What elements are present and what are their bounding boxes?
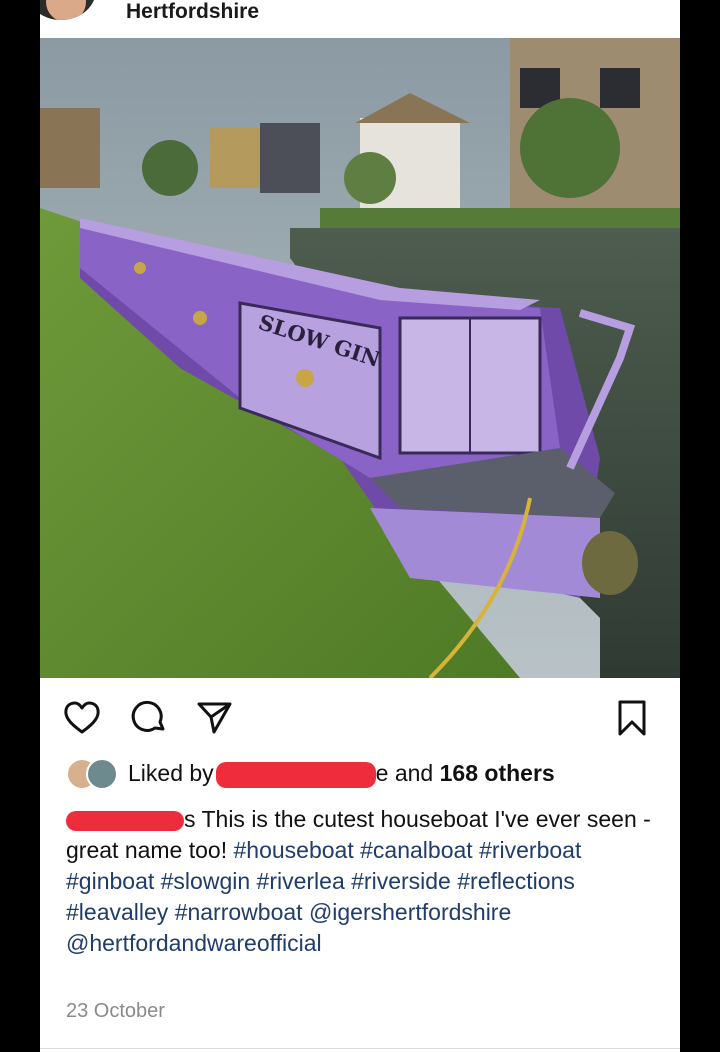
likes-row[interactable]: Liked by e and 168 others <box>66 756 666 792</box>
post-photo[interactable]: SLOW GIN <box>40 38 680 678</box>
hashtag-link[interactable]: #houseboat <box>234 837 354 863</box>
hashtag-link[interactable]: #reflections <box>457 868 575 894</box>
hashtag-link[interactable]: #ginboat <box>66 868 154 894</box>
hashtag-link[interactable]: #riverside <box>351 868 451 894</box>
caption: s This is the cutest houseboat I've ever… <box>66 804 656 959</box>
liker-avatars <box>66 758 118 790</box>
heart-icon[interactable] <box>62 698 102 738</box>
caption-username-suffix[interactable]: s <box>184 806 196 832</box>
mention-link[interactable]: @igershertfordshire <box>309 899 511 925</box>
divider <box>40 1048 680 1049</box>
likes-prefix: Liked by <box>128 760 214 786</box>
hashtag-link[interactable]: #narrowboat <box>175 899 303 925</box>
avatar[interactable] <box>40 0 96 20</box>
avatar <box>86 758 118 790</box>
post-date: 23 October <box>66 1000 165 1022</box>
likes-partial-name: e and <box>375 760 434 786</box>
redaction-mark <box>66 810 184 831</box>
post-location[interactable]: Hertfordshire <box>126 0 259 24</box>
mention-link[interactable]: @hertfordandwareofficial <box>66 930 322 956</box>
narrowboat-photo: SLOW GIN <box>40 38 680 678</box>
hashtag-link[interactable]: #riverlea <box>257 868 345 894</box>
post-header: Hertfordshire <box>40 0 680 38</box>
redaction-mark <box>215 761 376 788</box>
hashtag-link[interactable]: #riverboat <box>479 837 581 863</box>
bookmark-icon[interactable] <box>612 698 652 738</box>
likes-text: Liked by e and 168 others <box>128 760 555 788</box>
hashtag-link[interactable]: #slowgin <box>161 868 251 894</box>
hashtag-link[interactable]: #canalboat <box>360 837 473 863</box>
send-icon[interactable] <box>194 698 234 738</box>
hashtag-link[interactable]: #leavalley <box>66 899 168 925</box>
action-bar <box>40 690 680 746</box>
comment-icon[interactable] <box>129 698 169 738</box>
likes-count[interactable]: 168 others <box>440 760 555 786</box>
instagram-post: Hertfordshire SLOW GIN Liked by e and 16… <box>40 0 680 1052</box>
